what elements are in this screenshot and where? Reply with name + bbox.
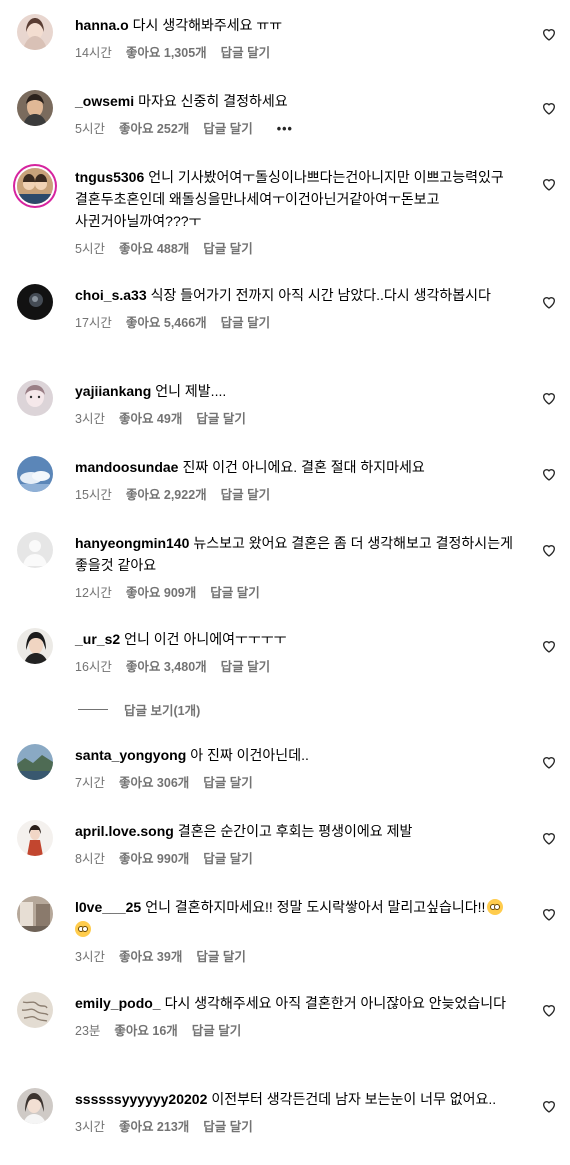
comment-likes[interactable]: 좋아요 39개 (119, 948, 182, 966)
reply-button[interactable]: 답글 달기 (210, 584, 259, 602)
comment-likes[interactable]: 좋아요 3,480개 (126, 658, 207, 676)
avatar[interactable] (17, 1088, 53, 1124)
comment-time[interactable]: 3시간 (75, 410, 105, 428)
comment-username[interactable]: tngus5306 (75, 169, 144, 185)
comment-likes[interactable]: 좋아요 213개 (119, 1118, 189, 1136)
comment-text: 진짜 이건 아니에요. 결혼 절대 하지마세요 (182, 459, 425, 475)
heart-icon[interactable] (541, 1002, 557, 1018)
comment-text: 다시 생각해봐주세요 ㅠㅠ (132, 17, 283, 33)
comment-username[interactable]: april.love.song (75, 823, 174, 839)
comment-time[interactable]: 23분 (75, 1022, 100, 1040)
comment-text: 언니 제발.... (155, 383, 227, 399)
comment-username[interactable]: hanyeongmin140 (75, 535, 189, 551)
comment-time[interactable]: 15시간 (75, 486, 112, 504)
comment-username[interactable]: santa_yongyong (75, 747, 186, 763)
comment-time[interactable]: 14시간 (75, 44, 112, 62)
comment-likes[interactable]: 좋아요 488개 (119, 240, 189, 258)
reply-button[interactable]: 답글 달기 (221, 44, 270, 62)
heart-icon[interactable] (541, 830, 557, 846)
heart-icon[interactable] (541, 466, 557, 482)
heart-icon[interactable] (541, 542, 557, 558)
avatar[interactable] (17, 820, 53, 856)
comment-likes[interactable]: 좋아요 16개 (114, 1022, 177, 1040)
avatar[interactable] (17, 380, 53, 416)
avatar[interactable] (17, 14, 53, 50)
avatar[interactable] (17, 744, 53, 780)
comment-text: 아 진짜 이건아닌데.. (190, 747, 309, 763)
comment-username[interactable]: ssssssyyyyyy20202 (75, 1091, 207, 1107)
comment-username[interactable]: _owsemi (75, 93, 134, 109)
avatar[interactable] (17, 168, 53, 204)
comment-time[interactable]: 5시간 (75, 120, 105, 138)
reply-button[interactable]: 답글 달기 (203, 850, 252, 868)
reply-button[interactable]: 답글 달기 (196, 410, 245, 428)
comment-username[interactable]: choi_s.a33 (75, 287, 147, 303)
comment-username[interactable]: mandoosundae (75, 459, 178, 475)
reply-button[interactable]: 답글 달기 (196, 948, 245, 966)
reply-button[interactable]: 답글 달기 (221, 658, 270, 676)
heart-icon[interactable] (541, 26, 557, 42)
avatar[interactable] (17, 284, 53, 320)
comment-time[interactable]: 16시간 (75, 658, 112, 676)
reply-button[interactable]: 답글 달기 (203, 774, 252, 792)
heart-icon[interactable] (541, 1098, 557, 1114)
comment-username[interactable]: emily_podo_ (75, 995, 161, 1011)
divider-line (78, 709, 108, 710)
comment-username[interactable]: l0ve___25 (75, 899, 141, 915)
comments-feed: hanna.o 다시 생각해봐주세요 ㅠㅠ 14시간 좋아요 1,305개 답글 … (0, 0, 570, 1165)
heart-icon[interactable] (541, 176, 557, 192)
comment-text: 마자요 신중히 결정하세요 (138, 93, 288, 109)
reply-button[interactable]: 답글 달기 (192, 1022, 241, 1040)
reply-button[interactable]: 답글 달기 (203, 1118, 252, 1136)
comment-likes[interactable]: 좋아요 990개 (119, 850, 189, 868)
comment-likes[interactable]: 좋아요 49개 (119, 410, 182, 428)
heart-icon[interactable] (541, 638, 557, 654)
avatar[interactable] (17, 532, 53, 568)
comment-text: 이전부터 생각든건데 남자 보는눈이 너무 없어요.. (211, 1091, 497, 1107)
avatar[interactable] (17, 896, 53, 932)
comment-time[interactable]: 3시간 (75, 1118, 105, 1136)
view-replies-button[interactable]: 답글 보기(1개) (78, 700, 200, 719)
comment-username[interactable]: hanna.o (75, 17, 129, 33)
reply-button[interactable]: 답글 달기 (221, 486, 270, 504)
comment-likes[interactable]: 좋아요 1,305개 (126, 44, 207, 62)
comment-text: 언니 결혼하지마세요!! 정말 도시락쌓아서 말리고싶습니다!! (145, 899, 486, 915)
comment-time[interactable]: 3시간 (75, 948, 105, 966)
more-dots-icon[interactable]: ••• (277, 120, 293, 138)
reply-button[interactable]: 답글 달기 (203, 120, 252, 138)
comment-time[interactable]: 8시간 (75, 850, 105, 868)
reply-button[interactable]: 답글 달기 (221, 314, 270, 332)
reply-button[interactable]: 답글 달기 (203, 240, 252, 258)
avatar[interactable] (17, 456, 53, 492)
heart-icon[interactable] (541, 100, 557, 116)
comment-text: 언니 이건 아니에여ㅜㅜㅜㅜ (124, 631, 287, 647)
comment-likes[interactable]: 좋아요 252개 (119, 120, 189, 138)
avatar[interactable] (17, 628, 53, 664)
comment-time[interactable]: 17시간 (75, 314, 112, 332)
comment-likes[interactable]: 좋아요 909개 (126, 584, 196, 602)
comment-time[interactable]: 5시간 (75, 240, 105, 258)
comment-text: 결혼은 순간이고 후회는 평생이에요 제발 (177, 823, 413, 839)
comment-likes[interactable]: 좋아요 306개 (119, 774, 189, 792)
comment-time[interactable]: 12시간 (75, 584, 112, 602)
comment-text: 다시 생각해주세요 아직 결혼한거 아니잖아요 안늦었습니다 (164, 995, 507, 1011)
avatar[interactable] (17, 992, 53, 1028)
comment-username[interactable]: yajiiankang (75, 383, 151, 399)
avatar[interactable] (17, 90, 53, 126)
heart-icon[interactable] (541, 390, 557, 406)
view-replies-label: 답글 보기(1개) (124, 704, 201, 718)
comment-likes[interactable]: 좋아요 5,466개 (126, 314, 207, 332)
heart-icon[interactable] (541, 294, 557, 310)
heart-icon[interactable] (541, 906, 557, 922)
comment-time[interactable]: 7시간 (75, 774, 105, 792)
comment-likes[interactable]: 좋아요 2,922개 (126, 486, 207, 504)
comment-text: 식장 들어가기 전까지 아직 시간 남았다..다시 생각하봅시다 (150, 287, 491, 303)
comment-username[interactable]: _ur_s2 (75, 631, 120, 647)
heart-icon[interactable] (541, 754, 557, 770)
